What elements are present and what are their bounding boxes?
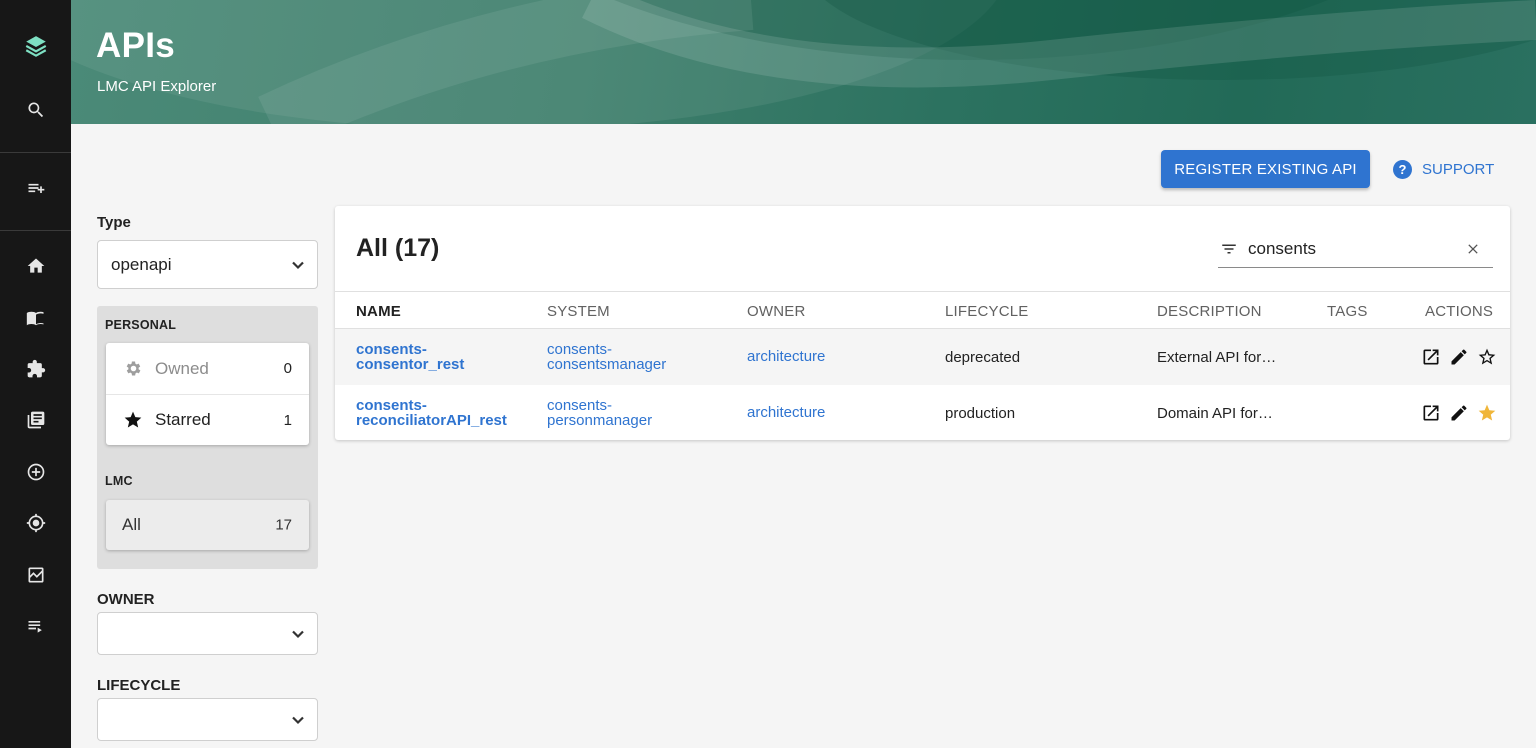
lifecycle-select[interactable] [97,698,318,741]
search-input[interactable] [1248,236,1458,262]
chevron-down-icon [291,713,305,727]
lifecycle-value: production [945,405,1016,422]
filter-starred-count: 1 [283,411,292,429]
api-name-line: reconciliatorAPI_rest [356,412,507,429]
owner-select[interactable] [97,612,318,655]
star-filled-icon[interactable] [1477,403,1497,423]
personal-group-title: PERSONAL [105,318,177,332]
support-label: SUPPORT [1422,160,1495,178]
column-header-name[interactable]: NAME [356,303,401,320]
column-header-description[interactable]: DESCRIPTION [1157,303,1262,320]
table-title: All (17) [356,234,440,262]
filter-icon [1220,240,1238,258]
book-icon[interactable] [0,298,71,338]
sidebar-divider [0,230,71,231]
type-select-value: openapi [111,254,172,274]
table-row: consents- reconciliatorAPI_rest consents… [335,385,1510,441]
column-header-owner[interactable]: OWNER [747,303,806,320]
table-row: consents- consentor_rest consents- conse… [335,329,1510,385]
api-name-link[interactable]: consents- consentor_rest [356,342,464,372]
gear-icon [123,359,143,379]
edit-icon[interactable] [1449,403,1469,423]
home-icon[interactable] [0,246,71,286]
personal-filter-card: Owned 0 Starred 1 [106,343,309,445]
owner-link[interactable]: architecture [747,405,825,420]
table-search [1218,230,1493,268]
playlist-add-icon[interactable] [0,168,71,208]
filter-starred-label: Starred [155,410,211,429]
register-existing-api-button[interactable]: REGISTER EXISTING API [1161,150,1370,188]
chevron-down-icon [291,627,305,641]
edit-icon[interactable] [1449,347,1469,367]
sidebar [0,0,71,748]
system-link[interactable]: consents- personmanager [547,398,652,428]
api-name-line: consents- [356,397,427,414]
open-in-new-icon[interactable] [1421,347,1441,367]
star-outline-icon[interactable] [1477,347,1497,367]
owner-filter-label: OWNER [97,591,155,608]
page-title: APIs [96,26,176,65]
support-link[interactable]: ? SUPPORT [1393,158,1494,180]
sidebar-divider [0,152,71,153]
column-header-system[interactable]: SYSTEM [547,303,610,320]
filter-starred[interactable]: Starred 1 [106,394,309,445]
api-table-panel: All (17) NAME SYSTEM OWNER LIFECYCLE DES… [335,206,1510,440]
description-value: Domain API for… [1157,405,1273,422]
chevron-down-icon [291,258,305,272]
page-subtitle: LMC API Explorer [97,78,217,95]
row-actions [1421,403,1497,423]
system-line: consents- [547,397,613,414]
type-select[interactable]: openapi [97,240,318,289]
add-circle-icon[interactable] [0,452,71,492]
owner-link[interactable]: architecture [747,349,825,364]
image-chart-icon[interactable] [0,555,71,595]
row-actions [1421,347,1497,367]
system-line: personmanager [547,412,653,429]
system-link[interactable]: consents- consentsmanager [547,342,666,372]
puzzle-icon[interactable] [0,349,71,389]
column-header-actions: ACTIONS [1425,303,1494,320]
column-header-lifecycle[interactable]: LIFECYCLE [945,303,1029,320]
library-icon[interactable] [0,400,71,440]
search-icon[interactable] [0,90,71,130]
open-in-new-icon[interactable] [1421,403,1441,423]
lifecycle-filter-label: LIFECYCLE [97,677,181,694]
close-icon[interactable] [1465,241,1481,257]
user-filter-panel: PERSONAL Owned 0 Starred 1 LMC All 17 [97,306,318,569]
api-name-link[interactable]: consents- reconciliatorAPI_rest [356,398,507,428]
target-icon[interactable] [0,503,71,543]
filter-owned-count: 0 [283,360,292,377]
logo-icon[interactable] [0,27,71,67]
column-header-tags[interactable]: TAGS [1327,303,1368,320]
filter-owned[interactable]: Owned 0 [106,343,309,394]
filter-all[interactable]: All 17 [106,500,309,550]
filter-all-count: 17 [275,516,292,534]
star-icon [123,410,143,430]
api-name-line: consentor_rest [356,356,465,373]
description-value: External API for… [1157,349,1277,366]
lmc-group-title: LMC [105,474,133,488]
page-header: APIs LMC API Explorer [71,0,1536,124]
header-wave-decoration [71,0,1536,124]
lifecycle-value: deprecated [945,349,1021,366]
filter-owned-label: Owned [155,358,209,378]
api-name-line: consents- [356,341,427,358]
system-line: consents- [547,341,613,358]
help-icon: ? [1393,159,1412,179]
table-header: NAME SYSTEM OWNER LIFECYCLE DESCRIPTION … [335,291,1510,329]
system-line: consentsmanager [547,356,667,373]
queue-icon[interactable] [0,606,71,646]
type-filter-label: Type [97,214,131,231]
filter-all-label: All [122,515,141,534]
